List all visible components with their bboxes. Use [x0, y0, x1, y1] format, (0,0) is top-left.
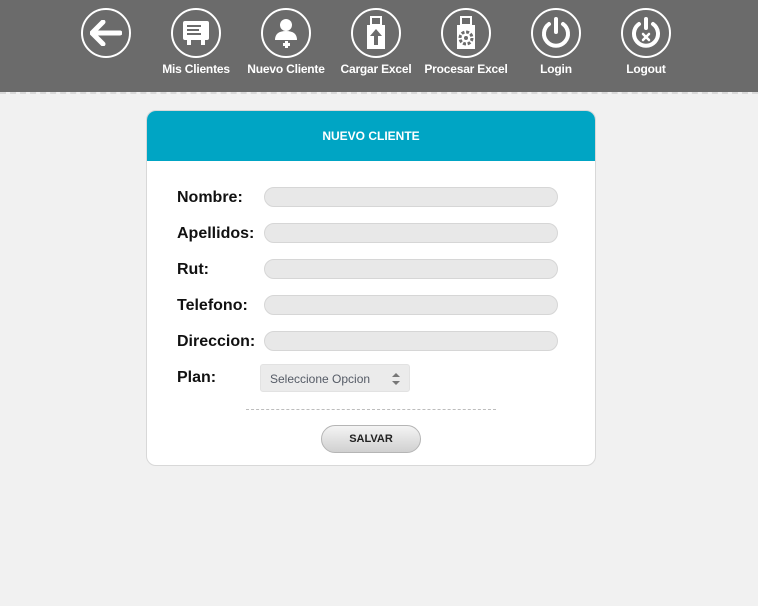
telefono-input[interactable] — [264, 295, 558, 315]
nav-label: Cargar Excel — [340, 62, 412, 76]
clients-list-icon — [171, 8, 221, 58]
new-client-form-card: NUEVO CLIENTE Nombre: Apellidos: Rut: Te… — [146, 110, 596, 466]
process-usb-gear-icon — [441, 8, 491, 58]
rut-input[interactable] — [264, 259, 558, 279]
plan-select[interactable]: Seleccione Opcion — [260, 364, 410, 392]
nav-label: Mis Clientes — [162, 62, 230, 76]
topbar-divider — [0, 92, 758, 94]
rut-label: Rut: — [177, 261, 209, 278]
direccion-input[interactable] — [264, 331, 558, 351]
plan-selected-value: Seleccione Opcion — [270, 372, 371, 386]
nav-mis-clientes[interactable]: Mis Clientes — [162, 0, 230, 92]
nombre-label: Nombre: — [177, 189, 243, 206]
plan-label: Plan: — [177, 369, 217, 386]
power-icon — [531, 8, 581, 58]
nav-login[interactable]: Login — [531, 0, 581, 92]
top-navigation-bar: Mis Clientes Nuevo Cliente Cargar Excel — [0, 0, 758, 92]
save-button[interactable]: SALVAR — [321, 425, 421, 453]
direccion-label: Direccion: — [177, 333, 256, 350]
form-header: NUEVO CLIENTE — [147, 111, 595, 161]
power-off-icon — [621, 8, 671, 58]
nav-procesar-excel[interactable]: Procesar Excel — [424, 0, 508, 92]
select-arrows-icon — [392, 373, 400, 385]
nav-label: Logout — [626, 62, 666, 76]
telefono-label: Telefono: — [177, 297, 248, 314]
nav-logout[interactable]: Logout — [621, 0, 671, 92]
form-title: NUEVO CLIENTE — [322, 129, 420, 143]
back-arrow-icon — [81, 8, 131, 58]
nav-back-button[interactable] — [81, 0, 131, 92]
nav-label: Nuevo Cliente — [247, 62, 325, 76]
nav-label: Procesar Excel — [424, 62, 508, 76]
upload-usb-icon — [351, 8, 401, 58]
nav-cargar-excel[interactable]: Cargar Excel — [341, 0, 412, 92]
apellidos-input[interactable] — [264, 223, 558, 243]
apellidos-label: Apellidos: — [177, 225, 255, 242]
add-user-icon — [261, 8, 311, 58]
form-divider — [246, 409, 496, 410]
nombre-input[interactable] — [264, 187, 558, 207]
nav-nuevo-cliente[interactable]: Nuevo Cliente — [247, 0, 325, 92]
nav-label: Login — [540, 62, 572, 76]
